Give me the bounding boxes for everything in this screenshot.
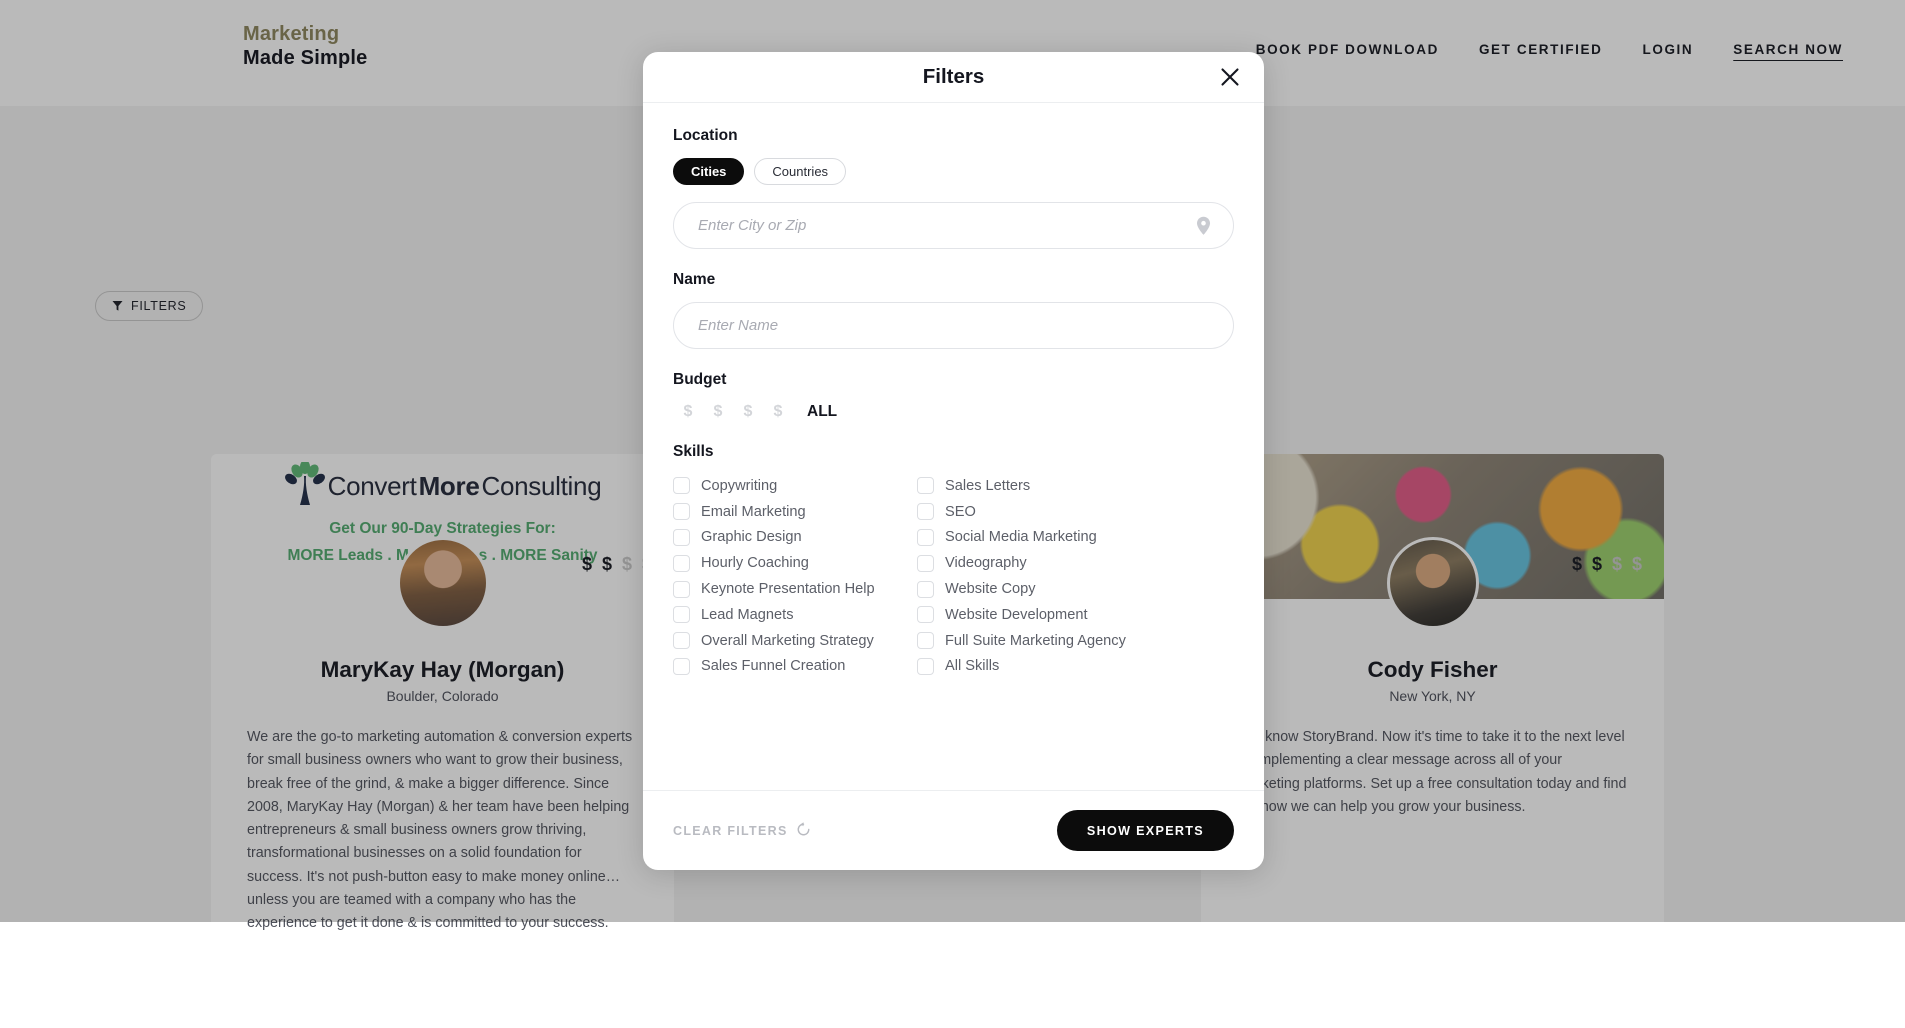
modal-header: Filters <box>643 52 1264 103</box>
skills-column-left: Copywriting Email Marketing Graphic Desi… <box>673 473 917 679</box>
close-icon[interactable] <box>1216 63 1244 91</box>
skills-column-right: Sales Letters SEO Social Media Marketing… <box>917 473 1234 679</box>
skill-label: Overall Marketing Strategy <box>701 633 874 649</box>
skill-label: Website Development <box>945 607 1088 623</box>
name-field[interactable] <box>673 302 1234 349</box>
skill-label: Keynote Presentation Help <box>701 581 875 597</box>
checkbox-icon[interactable] <box>673 581 690 598</box>
skill-videography[interactable]: Videography <box>917 550 1234 576</box>
checkbox-icon[interactable] <box>673 555 690 572</box>
city-or-zip-input[interactable] <box>674 203 1233 248</box>
checkbox-icon[interactable] <box>917 555 934 572</box>
checkbox-icon[interactable] <box>673 632 690 649</box>
name-section-label: Name <box>673 271 1234 289</box>
skill-copywriting[interactable]: Copywriting <box>673 473 917 499</box>
budget-section-label: Budget <box>673 371 1234 389</box>
checkbox-icon[interactable] <box>673 477 690 494</box>
skill-hourly-coaching[interactable]: Hourly Coaching <box>673 550 917 576</box>
checkbox-icon[interactable] <box>917 606 934 623</box>
skill-label: Hourly Coaching <box>701 555 809 571</box>
toggle-cities[interactable]: Cities <box>673 158 744 185</box>
skill-keynote-presentation-help[interactable]: Keynote Presentation Help <box>673 576 917 602</box>
name-input[interactable] <box>674 303 1233 348</box>
skill-overall-marketing-strategy[interactable]: Overall Marketing Strategy <box>673 628 917 654</box>
skills-section-label: Skills <box>673 443 1234 461</box>
checkbox-icon[interactable] <box>673 503 690 520</box>
skill-label: Sales Funnel Creation <box>701 658 845 674</box>
budget-level-1[interactable]: $ <box>673 403 703 421</box>
skill-label: Sales Letters <box>945 478 1030 494</box>
checkbox-icon[interactable] <box>673 606 690 623</box>
budget-level-4[interactable]: $ <box>763 403 793 421</box>
toggle-countries[interactable]: Countries <box>754 158 846 185</box>
filters-modal: Filters Location Cities Countries Name <box>643 52 1264 870</box>
modal-body: Location Cities Countries Name Budget $ … <box>643 103 1264 790</box>
skill-full-suite-marketing-agency[interactable]: Full Suite Marketing Agency <box>917 628 1234 654</box>
city-or-zip-field[interactable] <box>673 202 1234 249</box>
skill-graphic-design[interactable]: Graphic Design <box>673 525 917 551</box>
location-section-label: Location <box>673 127 1234 145</box>
skill-label: All Skills <box>945 658 999 674</box>
checkbox-icon[interactable] <box>917 477 934 494</box>
skill-label: Videography <box>945 555 1027 571</box>
skill-all-skills[interactable]: All Skills <box>917 654 1234 680</box>
skill-sales-funnel-creation[interactable]: Sales Funnel Creation <box>673 654 917 680</box>
skill-seo[interactable]: SEO <box>917 499 1234 525</box>
skill-label: Website Copy <box>945 581 1036 597</box>
skill-label: Email Marketing <box>701 504 806 520</box>
skill-website-copy[interactable]: Website Copy <box>917 576 1234 602</box>
skill-email-marketing[interactable]: Email Marketing <box>673 499 917 525</box>
checkbox-icon[interactable] <box>673 529 690 546</box>
skill-website-development[interactable]: Website Development <box>917 602 1234 628</box>
modal-footer: CLEAR FILTERS SHOW EXPERTS <box>643 790 1264 870</box>
skill-label: Social Media Marketing <box>945 529 1097 545</box>
skill-lead-magnets[interactable]: Lead Magnets <box>673 602 917 628</box>
skill-label: Graphic Design <box>701 529 802 545</box>
skill-label: Full Suite Marketing Agency <box>945 633 1126 649</box>
checkbox-icon[interactable] <box>917 529 934 546</box>
budget-level-3[interactable]: $ <box>733 403 763 421</box>
checkbox-icon[interactable] <box>917 632 934 649</box>
checkbox-icon[interactable] <box>917 658 934 675</box>
location-type-toggle: Cities Countries <box>673 158 1234 185</box>
show-experts-button[interactable]: SHOW EXPERTS <box>1057 810 1234 851</box>
skill-social-media-marketing[interactable]: Social Media Marketing <box>917 525 1234 551</box>
checkbox-icon[interactable] <box>917 503 934 520</box>
budget-all-option[interactable]: ALL <box>807 403 837 421</box>
skill-label: Copywriting <box>701 478 777 494</box>
skill-label: Lead Magnets <box>701 607 794 623</box>
clear-filters-button[interactable]: CLEAR FILTERS <box>673 822 811 840</box>
checkbox-icon[interactable] <box>917 581 934 598</box>
budget-level-2[interactable]: $ <box>703 403 733 421</box>
clear-filters-label: CLEAR FILTERS <box>673 824 788 838</box>
skill-sales-letters[interactable]: Sales Letters <box>917 473 1234 499</box>
budget-selector: $ $ $ $ ALL <box>673 403 1234 421</box>
location-pin-icon[interactable] <box>1196 216 1211 236</box>
skills-grid: Copywriting Email Marketing Graphic Desi… <box>673 473 1234 679</box>
checkbox-icon[interactable] <box>673 658 690 675</box>
skill-label: SEO <box>945 504 976 520</box>
modal-title: Filters <box>923 65 985 89</box>
reset-arrow-icon <box>796 822 811 840</box>
